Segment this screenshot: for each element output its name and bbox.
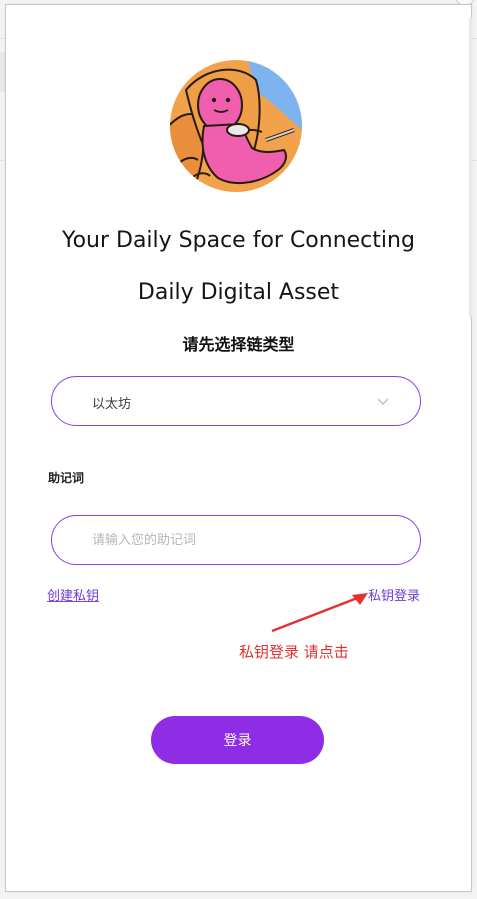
- headline-line-2: Daily Digital Asset: [137, 280, 340, 305]
- arrow-icon: [271, 593, 368, 633]
- annotation-hint: 私钥登录 请点击: [239, 643, 349, 661]
- mnemonic-field-wrapper: [51, 515, 421, 565]
- create-private-key-link[interactable]: 创建私钥: [47, 585, 99, 604]
- chain-type-selected-value: 以太坊: [92, 397, 132, 412]
- headline-line-1: Your Daily Space for Connecting: [62, 228, 415, 253]
- mnemonic-label: 助记词: [48, 471, 85, 485]
- cartoon-avatar-icon: [170, 60, 302, 192]
- mnemonic-input[interactable]: [92, 528, 392, 552]
- login-button[interactable]: 登录: [151, 716, 324, 764]
- login-panel: Your Daily Space for Connecting Daily Di…: [5, 4, 472, 892]
- chain-type-title: 请先选择链类型: [182, 335, 295, 354]
- chain-type-select[interactable]: 以太坊: [51, 376, 421, 426]
- chevron-down-icon: [377, 398, 389, 405]
- scrollbar-thumb[interactable]: [469, 17, 472, 317]
- avatar: [170, 60, 302, 192]
